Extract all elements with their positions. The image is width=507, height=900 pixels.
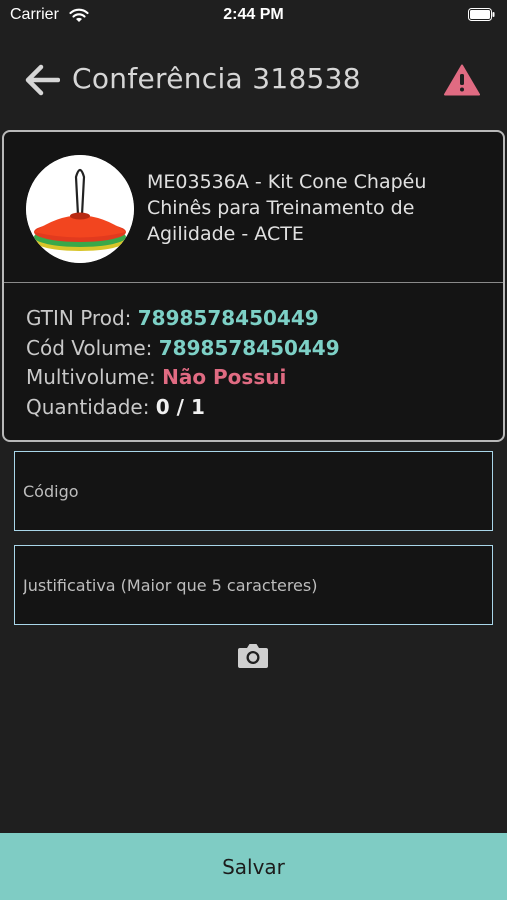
justificativa-input[interactable]: [14, 545, 493, 625]
product-summary: ME03536A - Kit Cone Chapéu Chinês para T…: [4, 132, 503, 282]
detail-label: Multivolume:: [26, 365, 163, 389]
page-title: Conferência 318538: [72, 62, 361, 95]
product-name: ME03536A - Kit Cone Chapéu Chinês para T…: [147, 171, 427, 245]
card-divider: [4, 282, 503, 283]
battery-icon: [468, 8, 495, 21]
codigo-input[interactable]: [14, 451, 493, 531]
warning-triangle-icon[interactable]: [444, 64, 480, 96]
cone-illustration: [26, 155, 134, 263]
camera-icon[interactable]: [237, 641, 269, 669]
detail-quantity: Quantidade: 0 / 1: [26, 393, 340, 423]
detail-label: Cód Volume:: [26, 335, 159, 360]
volume-code-value: 7898578450449: [158, 335, 340, 360]
gtin-value: 7898578450449: [137, 306, 319, 330]
detail-volume-code: Cód Volume: 7898578450449: [26, 334, 340, 364]
detail-label: Quantidade:: [26, 394, 156, 419]
arrow-left-icon[interactable]: [24, 63, 60, 97]
save-button[interactable]: Salvar: [0, 833, 507, 900]
product-details: GTIN Prod: 7898578450449 Cód Volume: 789…: [26, 304, 340, 422]
detail-label: GTIN Prod:: [26, 306, 138, 330]
product-image: [26, 155, 134, 263]
detail-multivolume: Multivolume: Não Possui: [26, 363, 340, 393]
header: Conferência 318538: [0, 30, 507, 130]
status-bar: Carrier 2:44 PM: [0, 0, 507, 30]
multivolume-value: Não Possui: [162, 365, 287, 389]
status-time: 2:44 PM: [223, 6, 284, 23]
product-card: ME03536A - Kit Cone Chapéu Chinês para T…: [2, 130, 505, 442]
detail-gtin: GTIN Prod: 7898578450449: [26, 304, 340, 334]
quantity-value: 0 / 1: [155, 394, 205, 419]
